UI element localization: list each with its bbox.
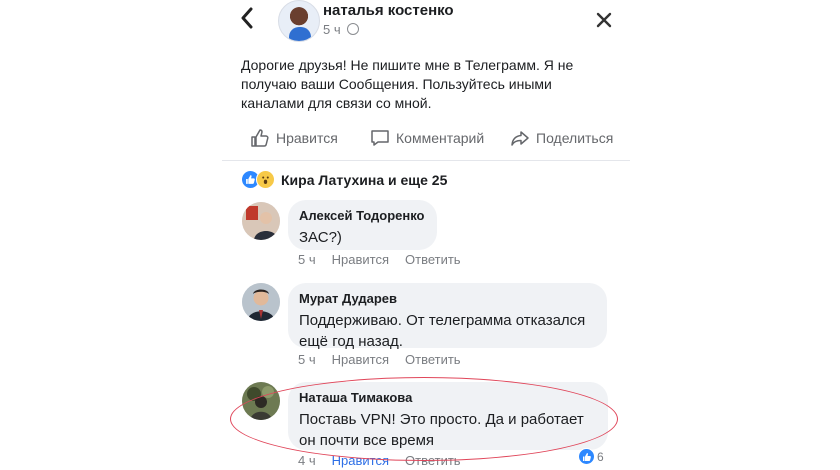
comment-text: Поставь VPN! Это просто. Да и работает о… xyxy=(299,411,584,449)
share-icon xyxy=(511,131,529,146)
comment-like-button[interactable]: Нравится xyxy=(332,352,389,367)
post-meta: 5 ч xyxy=(323,22,360,37)
comment-actions: 5 ч Нравится Ответить xyxy=(298,252,477,267)
share-button[interactable]: Поделиться xyxy=(510,128,613,148)
post-header: наталья костенко 5 ч xyxy=(222,0,630,44)
back-button[interactable] xyxy=(240,6,254,34)
comment-reply-button[interactable]: Ответить xyxy=(405,252,461,267)
wow-reaction-icon xyxy=(256,170,275,189)
like-button[interactable]: Нравится xyxy=(250,128,338,148)
commenter-avatar[interactable] xyxy=(242,202,280,240)
comment-like-button[interactable]: Нравится xyxy=(332,252,389,267)
comment-time: 5 ч xyxy=(298,252,316,267)
reactions-names: Кира Латухина и еще 25 xyxy=(281,171,448,188)
close-icon xyxy=(596,12,612,28)
comment-actions: 4 ч Нравится Ответить xyxy=(298,453,477,468)
comment-text: Поддерживаю. От телеграмма отказался ещё… xyxy=(299,312,586,350)
reaction-count: 6 xyxy=(597,449,604,464)
globe-icon xyxy=(347,23,360,35)
thumbs-up-icon xyxy=(251,129,269,147)
like-reaction-icon xyxy=(578,448,595,465)
comment-bubble[interactable]: Наташа Тимакова Поставь VPN! Это просто.… xyxy=(288,382,608,450)
post-actions: Нравится Комментарий Поделиться xyxy=(222,128,630,154)
comment-reaction-badge[interactable]: 6 xyxy=(578,448,604,465)
commenter-avatar[interactable] xyxy=(242,283,280,321)
comment-author[interactable]: Наташа Тимакова xyxy=(299,389,596,406)
post-view: наталья костенко 5 ч Дорогие друзья! Не … xyxy=(222,0,630,470)
comment-button[interactable]: Комментарий xyxy=(370,128,484,148)
comment-time: 4 ч xyxy=(298,453,316,468)
author-avatar[interactable] xyxy=(278,0,320,42)
comment-bubble[interactable]: Мурат Дударев Поддерживаю. От телеграмма… xyxy=(288,283,607,350)
post-text: Дорогие друзья! Не пишите мне в Телеграм… xyxy=(241,57,574,111)
comment-time: 5 ч xyxy=(298,352,316,367)
close-button[interactable] xyxy=(596,8,612,34)
divider xyxy=(222,160,630,161)
like-label: Нравится xyxy=(276,130,338,146)
commenter-avatar[interactable] xyxy=(242,382,280,420)
comment-reply-button[interactable]: Ответить xyxy=(405,453,461,468)
reactions-summary[interactable]: Кира Латухина и еще 25 xyxy=(241,170,447,189)
post-time: 5 ч xyxy=(323,22,341,37)
comment-actions: 5 ч Нравится Ответить xyxy=(298,352,477,367)
comment-text: ЗАС?) xyxy=(299,229,342,246)
author-name[interactable]: наталья костенко xyxy=(323,2,454,19)
comment-icon xyxy=(371,130,389,146)
comment-author[interactable]: Алексей Тодоренко xyxy=(299,207,425,224)
comment-bubble[interactable]: Алексей Тодоренко ЗАС?) xyxy=(288,200,437,250)
comment-author[interactable]: Мурат Дударев xyxy=(299,290,595,307)
share-label: Поделиться xyxy=(536,130,614,146)
comment-reply-button[interactable]: Ответить xyxy=(405,352,461,367)
chevron-left-icon xyxy=(241,7,253,29)
comment-label: Комментарий xyxy=(396,130,485,146)
comment-like-button[interactable]: Нравится xyxy=(332,453,389,468)
